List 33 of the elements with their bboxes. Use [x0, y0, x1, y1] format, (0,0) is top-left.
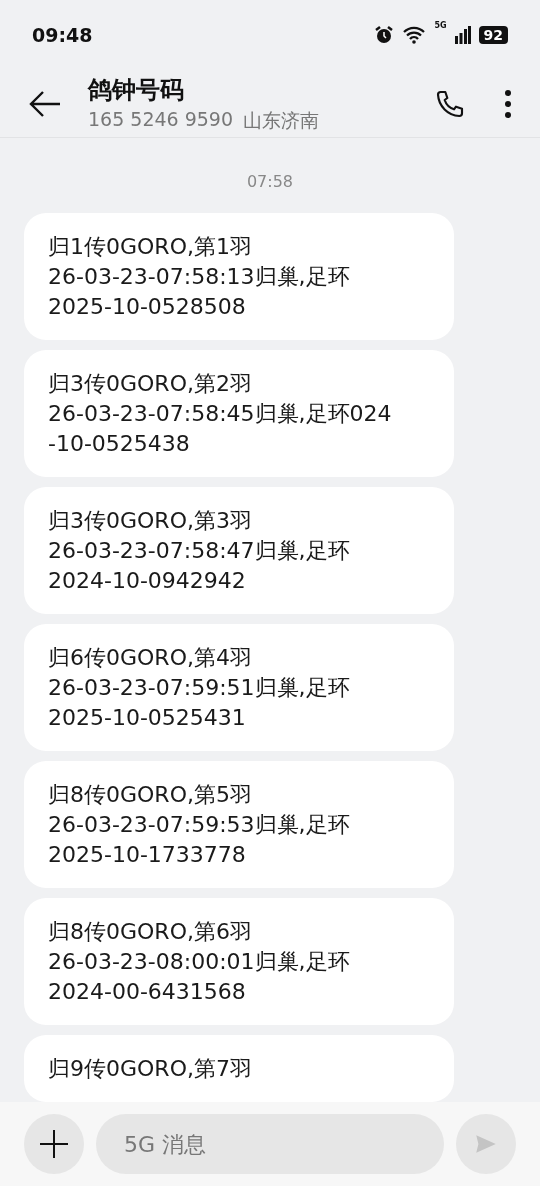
message-line: 归1传0GORO,第1羽	[48, 233, 253, 261]
battery-level: 92	[478, 26, 508, 44]
back-arrow-icon	[28, 89, 62, 118]
message-line: 2025-10-1733778	[48, 841, 247, 869]
message-line: 归9传0GORO,第7羽	[48, 1055, 253, 1083]
contact-name: 鸽钟号码	[88, 74, 185, 106]
message-line: 26-03-23-08:00:01归巢,足环	[48, 948, 351, 976]
network-type: 5G	[434, 21, 447, 30]
message-line: 26-03-23-07:59:51归巢,足环	[48, 674, 351, 702]
message-line: 2025-10-0528508	[48, 293, 247, 321]
message-line: -10-0525438	[48, 430, 191, 458]
message-line: 归6传0GORO,第4羽	[48, 644, 253, 672]
message-line: 2025-10-0525431	[48, 704, 247, 732]
message-line: 归3传0GORO,第3羽	[48, 507, 253, 535]
message-input[interactable]: 5G 消息	[96, 1114, 444, 1174]
message-line: 26-03-23-07:58:45归巢,足环024	[48, 400, 393, 428]
message-line: 2024-10-0942942	[48, 567, 247, 595]
message-line: 归8传0GORO,第6羽	[48, 918, 253, 946]
message-time: 07:58	[246, 172, 294, 191]
message-line: 归3传0GORO,第2羽	[48, 370, 253, 398]
alarm-clock-icon	[374, 25, 395, 45]
message-line: 归8传0GORO,第5羽	[48, 781, 253, 809]
plus-icon	[39, 1129, 69, 1159]
signal-icon	[454, 26, 471, 44]
wifi-icon	[402, 26, 427, 44]
message-line: 26-03-23-07:59:53归巢,足环	[48, 811, 351, 839]
phone-number: 165 5246 9590	[88, 107, 234, 132]
message-line: 26-03-23-07:58:13归巢,足环	[48, 263, 351, 291]
clock-time: 09:48	[32, 24, 93, 46]
more-vertical-icon	[504, 88, 512, 119]
message-line: 2024-00-6431568	[48, 978, 247, 1006]
message-line: 26-03-23-07:58:47归巢,足环	[48, 537, 351, 565]
location-label: 山东济南	[243, 107, 320, 133]
